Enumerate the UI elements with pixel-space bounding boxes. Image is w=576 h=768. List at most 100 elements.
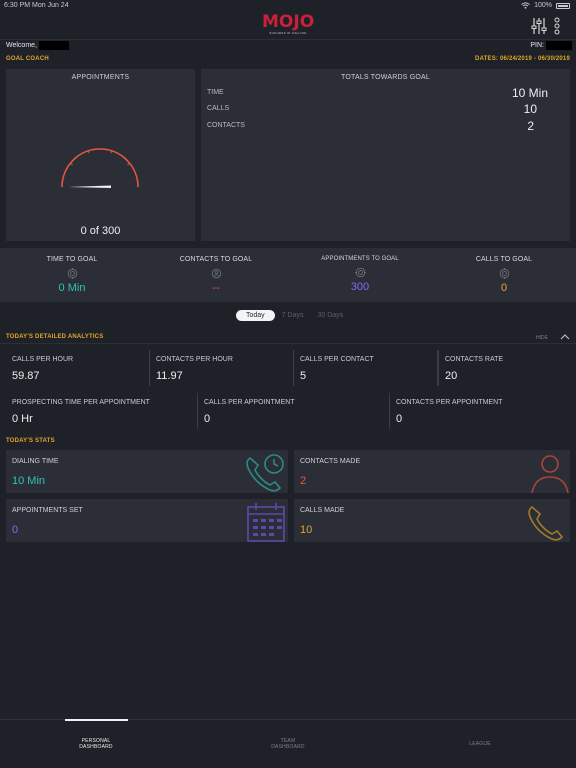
- goal-calls-label: CALLS TO GOAL: [475, 256, 533, 263]
- metric-value: 11.97: [156, 370, 183, 382]
- goal-appointments[interactable]: APPOINTMENTS TO GOAL 300: [288, 248, 432, 302]
- stat-value: 10: [300, 524, 313, 536]
- metric-calls-per-contact: CALLS PER CONTACT 5: [294, 350, 438, 386]
- chevron-up-icon[interactable]: [560, 334, 570, 340]
- totals-time-label: TIME: [207, 89, 224, 96]
- logo-tagline: SUCCESS IN CALLING: [269, 31, 307, 35]
- stat-label: DIALING TIME: [12, 458, 59, 465]
- metric-value: 5: [300, 370, 307, 382]
- sliders-icon: [531, 18, 547, 34]
- calendar-icon: [247, 503, 285, 542]
- stats-title: TODAY'S STATS: [6, 438, 55, 444]
- range-tab-7-days[interactable]: 7 Days: [275, 310, 311, 321]
- tab-label-line2: DASHBOARD: [271, 744, 305, 750]
- appointments-title: APPOINTMENTS: [71, 74, 130, 81]
- tab-personal-dashboard[interactable]: PERSONAL DASHBOARD: [0, 720, 192, 768]
- goal-calls-value: 0: [500, 282, 508, 294]
- goal-time[interactable]: TIME TO GOAL 0 Min: [0, 248, 144, 302]
- goal-coach-dates[interactable]: DATES: 06/24/2019 - 06/30/2019: [475, 56, 570, 62]
- welcome-label: Welcome,: [6, 42, 37, 49]
- app-logo: MOJO SUCCESS IN CALLING: [262, 14, 314, 38]
- goal-contacts-value: --: [212, 282, 220, 294]
- metric-contacts-rate: CONTACTS RATE 20: [438, 350, 570, 386]
- goal-appointments-value: 300: [350, 281, 370, 293]
- metric-value: 0 Hr: [12, 413, 33, 425]
- goal-coach-title: GOAL COACH: [6, 56, 49, 62]
- stat-contacts-made: CONTACTS MADE 2: [294, 450, 570, 493]
- pin-row: PIN:: [530, 41, 572, 50]
- appointments-progress: 0 of 300: [80, 225, 121, 237]
- welcome-row: Welcome,: [6, 41, 69, 50]
- bottom-tab-bar: PERSONAL DASHBOARD TEAM DASHBOARD LEAGUE: [0, 719, 576, 768]
- appointments-gauge: [61, 148, 139, 188]
- metric-label: CONTACTS PER HOUR: [156, 356, 233, 363]
- analytics-hide-button[interactable]: HIDE: [536, 335, 548, 341]
- metric-calls-per-appointment: CALLS PER APPOINTMENT 0: [198, 393, 390, 429]
- tab-league[interactable]: LEAGUE: [384, 720, 576, 768]
- totals-contacts-label: CONTACTS: [207, 122, 245, 129]
- range-selector: Today 7 Days 30 Days: [236, 310, 350, 321]
- totals-contacts-value: 2: [527, 119, 534, 133]
- totals-time-value: 10 Min: [511, 86, 548, 100]
- person-target-icon: [211, 268, 221, 279]
- stat-appointments-set: APPOINTMENTS SET 0: [6, 499, 288, 542]
- appointments-card: APPOINTMENTS 0 of 300: [6, 69, 195, 241]
- metric-label: CONTACTS PER APPOINTMENT: [396, 399, 503, 406]
- range-tab-30-days[interactable]: 30 Days: [310, 310, 350, 321]
- goal-time-value: 0 Min: [58, 282, 86, 294]
- metric-contacts-per-hour: CONTACTS PER HOUR 11.97: [150, 350, 294, 386]
- goals-band: TIME TO GOAL 0 Min CONTACTS TO GOAL -- A…: [0, 248, 576, 302]
- metric-prospecting-time-per-appointment: PROSPECTING TIME PER APPOINTMENT 0 Hr: [6, 393, 198, 429]
- metric-contacts-per-appointment: CONTACTS PER APPOINTMENT 0: [390, 393, 570, 429]
- stat-dialing-time: DIALING TIME 10 Min: [6, 450, 288, 493]
- metric-label: CONTACTS RATE: [445, 356, 504, 363]
- stat-value: 0: [12, 524, 19, 536]
- totals-calls-label: CALLS: [207, 105, 230, 112]
- app-header: MOJO SUCCESS IN CALLING: [0, 12, 576, 40]
- analytics-header: TODAY'S DETAILED ANALYTICS HIDE: [0, 330, 576, 344]
- more-options-button[interactable]: [552, 17, 562, 35]
- stat-value: 2: [300, 475, 307, 487]
- metric-value: 20: [445, 370, 458, 382]
- range-tab-today[interactable]: Today: [236, 310, 275, 321]
- stat-calls-made: CALLS MADE 10: [294, 499, 570, 542]
- totals-card: TOTALS TOWARDS GOAL TIME 10 Min CALLS 10…: [201, 69, 570, 241]
- stat-label: CONTACTS MADE: [300, 458, 361, 465]
- filter-sliders-button[interactable]: [530, 17, 548, 35]
- status-bar: 6:30 PM Mon Jun 24 100%: [0, 0, 576, 12]
- phone-icon: [528, 505, 564, 541]
- analytics-title: TODAY'S DETAILED ANALYTICS: [6, 334, 104, 340]
- goal-appointments-label: APPOINTMENTS TO GOAL: [321, 256, 399, 262]
- metric-label: CALLS PER HOUR: [12, 356, 74, 363]
- metric-label: CALLS PER CONTACT: [300, 356, 374, 363]
- tab-label-line2: DASHBOARD: [79, 744, 113, 750]
- goal-calls[interactable]: CALLS TO GOAL 0: [432, 248, 576, 302]
- metric-value: 0: [396, 413, 403, 425]
- battery-percent: 100%: [534, 2, 552, 9]
- goal-contacts[interactable]: CONTACTS TO GOAL --: [144, 248, 288, 302]
- status-right: 100%: [521, 2, 570, 9]
- redacted-username: [39, 41, 69, 50]
- metric-label: CALLS PER APPOINTMENT: [204, 399, 295, 406]
- stat-value: 10 Min: [12, 475, 46, 487]
- metric-value: 59.87: [12, 370, 40, 382]
- battery-icon: [556, 2, 570, 9]
- stat-label: APPOINTMENTS SET: [12, 507, 83, 514]
- stat-label: CALLS MADE: [300, 507, 345, 514]
- metric-label: PROSPECTING TIME PER APPOINTMENT: [12, 399, 150, 406]
- status-time: 6:30 PM Mon Jun 24: [4, 2, 69, 9]
- pin-label: PIN:: [530, 42, 544, 49]
- tab-team-dashboard[interactable]: TEAM DASHBOARD: [192, 720, 384, 768]
- metric-value: 0: [204, 413, 211, 425]
- goal-contacts-label: CONTACTS TO GOAL: [179, 256, 253, 263]
- person-icon: [531, 455, 569, 493]
- vertical-dots-icon: [554, 17, 560, 35]
- goal-time-label: TIME TO GOAL: [46, 256, 98, 263]
- metric-calls-per-hour: CALLS PER HOUR 59.87: [6, 350, 150, 386]
- tab-league-label: LEAGUE: [469, 741, 491, 747]
- phone-clock-icon: [246, 454, 284, 492]
- totals-calls-value: 10: [523, 102, 537, 116]
- wifi-icon: [521, 2, 530, 9]
- redacted-pin: [546, 41, 572, 50]
- target-icon: [67, 268, 77, 279]
